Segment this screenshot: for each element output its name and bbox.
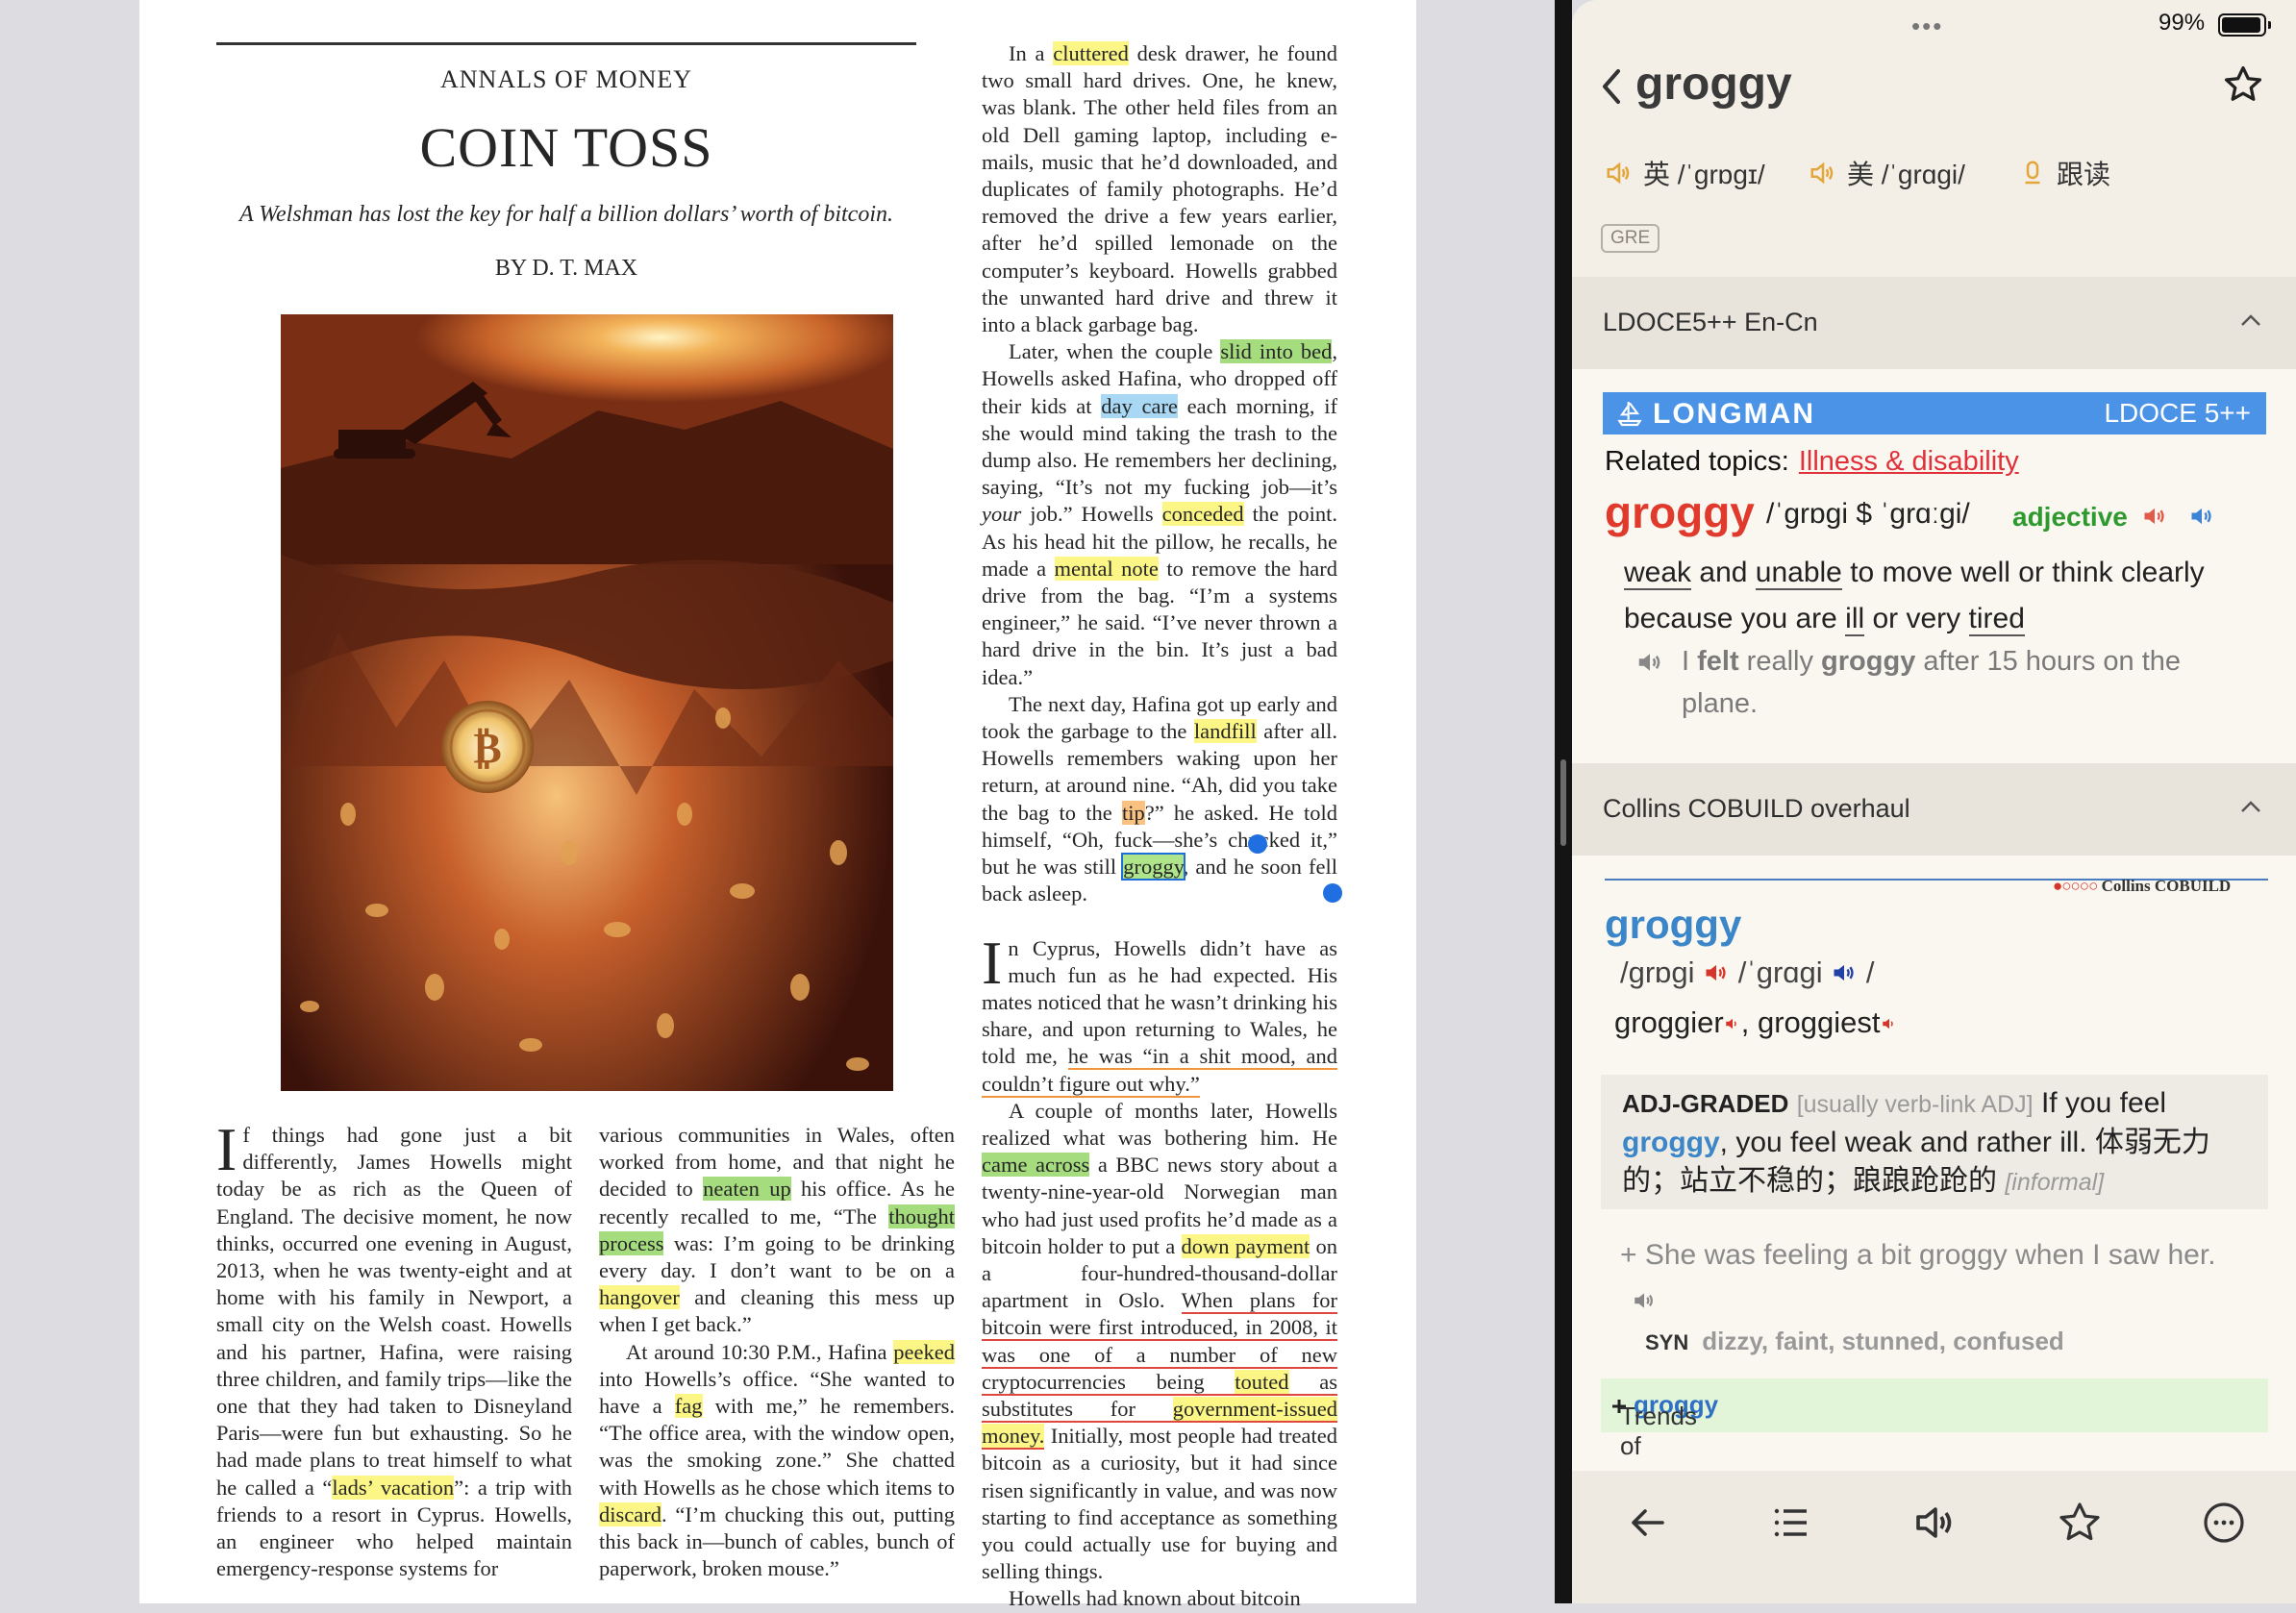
battery-percent: 99% — [2159, 10, 2206, 36]
highlight[interactable]: came across — [982, 1153, 1090, 1178]
highlight[interactable]: down payment — [1181, 1233, 1310, 1258]
collins-section-header[interactable]: Collins COBUILD overhaul — [1572, 763, 2296, 856]
uk-speaker-icon[interactable] — [1703, 959, 1730, 986]
selected-word[interactable]: groggy — [1121, 853, 1185, 881]
us-speaker-icon[interactable] — [2188, 503, 2215, 530]
top-rule — [216, 42, 916, 45]
ldoce-pronunciation: /ˈɡrɒɡi $ ˈɡrɑːɡi/ — [1766, 498, 1970, 530]
example-speaker-icon[interactable] — [1635, 648, 1664, 682]
ldoce-example: I felt really groggy after 15 hours on t… — [1682, 646, 2182, 719]
article-byline: BY D. T. MAX — [494, 256, 638, 281]
frequency-dots-icon: ●○○○○ — [2053, 877, 2098, 895]
dictionary-pane: ••• 99% groggy 英 /ˈɡrɒɡɪ/ 美 /ˈɡrɑɡi/ 跟读 … — [1572, 0, 2296, 1603]
collins-definition-box: ADJ-GRADED [usually verb-link ADJ] If yo… — [1601, 1075, 2268, 1209]
part-of-speech: adjective — [2012, 502, 2215, 533]
longman-banner: LONGMAN LDOCE 5++ — [1603, 392, 2266, 434]
reader-pane: ANNALS OF MONEY COIN TOSS A Welshman has… — [0, 0, 1555, 1610]
trends-row[interactable]: Trends of groggy — [1601, 1378, 2268, 1460]
collins-pronunciation: /ɡrɒɡi /ˈɡrɑɡi / — [1620, 955, 1875, 989]
article-column-3: In a cluttered desk drawer, he found two… — [982, 41, 1338, 1611]
collins-definition: ADJ-GRADED [usually verb-link ADJ] If yo… — [1622, 1087, 2210, 1197]
follow-read-button[interactable]: 跟读 — [2018, 154, 2110, 192]
microphone-icon — [2025, 161, 2040, 185]
uk-speaker-icon[interactable] — [2141, 503, 2168, 530]
article-headline: COIN TOSS — [419, 116, 713, 179]
list-icon[interactable] — [1768, 1500, 1814, 1551]
selection-start-handle[interactable] — [1248, 834, 1267, 854]
highlight[interactable]: lads’ vacation — [332, 1475, 455, 1500]
highlight[interactable]: touted — [1235, 1369, 1289, 1396]
dropcap: I — [216, 1115, 237, 1183]
highlight[interactable]: slid into bed — [1220, 339, 1333, 364]
ldoce-entry: LONGMAN LDOCE 5++ Related topics: Illness… — [1572, 369, 2296, 763]
collins-example: + She was feeling a bit groggy when I sa… — [1620, 1232, 2235, 1323]
more-icon[interactable] — [2201, 1500, 2247, 1551]
highlight[interactable]: mental note — [1054, 556, 1159, 581]
highlight[interactable]: day care — [1101, 393, 1178, 418]
collins-logo: ●○○○○ Collins COBUILD — [2053, 877, 2232, 895]
star-icon[interactable] — [2057, 1500, 2103, 1551]
related-topics: Related topics: Illness & disability — [1605, 446, 2019, 477]
collins-headword: groggy — [1605, 902, 1742, 947]
chevron-up-icon — [2241, 314, 2260, 326]
dropcap: I — [982, 928, 1003, 997]
highlight[interactable]: landfill — [1193, 719, 1257, 744]
svg-text:₿: ₿ — [473, 724, 501, 773]
uk-pronunciation[interactable]: 英 /ˈɡrɒɡɪ/ — [1605, 154, 1765, 192]
speaker-icon[interactable] — [1912, 1500, 1959, 1551]
synonyms: SYN dizzy, faint, stunned, confused — [1645, 1327, 2064, 1355]
battery-icon — [2218, 13, 2271, 37]
ldoce-headword: groggy — [1605, 487, 1755, 537]
highlight[interactable]: neaten up — [703, 1177, 791, 1202]
back-chevron-icon[interactable] — [1599, 67, 1622, 111]
bitcoin-landfill-photo: ₿ — [281, 314, 893, 1091]
selection-end-handle[interactable] — [1323, 883, 1342, 903]
chevron-up-icon — [2241, 801, 2260, 812]
split-view-handle[interactable] — [1560, 759, 1566, 846]
highlight[interactable]: tip — [1121, 800, 1145, 825]
speaker-icon[interactable] — [1881, 1015, 1898, 1032]
article-dek: A Welshman has lost the key for half a b… — [238, 202, 893, 227]
us-speaker-icon[interactable] — [1831, 959, 1858, 986]
us-pronunciation[interactable]: 美 /ˈɡrɑɡi/ — [1809, 154, 1965, 192]
related-topic-link[interactable]: Illness & disability — [1799, 446, 2019, 477]
speaker-icon — [1810, 161, 1834, 185]
favorite-star-icon[interactable] — [2222, 63, 2264, 111]
word-title: groggy — [1635, 59, 1792, 110]
collins-entry: ●○○○○ Collins COBUILD groggy /ɡrɒɡi /ˈɡr… — [1572, 856, 2296, 1471]
ldoce-section-header[interactable]: LDOCE5++ En-Cn — [1572, 277, 2296, 369]
article-kicker: ANNALS OF MONEY — [439, 65, 692, 93]
highlight[interactable]: cluttered — [1053, 41, 1129, 65]
article-column-2: various communities in Wales, often work… — [599, 1123, 956, 1581]
highlight[interactable]: hangover — [599, 1285, 680, 1310]
ship-logo-icon — [1617, 402, 1642, 427]
magazine-page: ANNALS OF MONEY COIN TOSS A Welshman has… — [139, 0, 1416, 1610]
highlight[interactable]: fag — [674, 1394, 703, 1419]
back-arrow-icon[interactable] — [1624, 1500, 1670, 1551]
bottom-toolbar — [1572, 1471, 2296, 1603]
inflected-forms: groggier, groggiest — [1614, 1005, 1898, 1040]
ldoce-definition: weak and unable to move well or think cl… — [1624, 557, 2205, 636]
highlight[interactable]: conceded — [1161, 502, 1244, 527]
highlight[interactable]: discard — [599, 1501, 661, 1526]
highlight[interactable]: peeked — [893, 1339, 955, 1364]
example-speaker-icon[interactable] — [1632, 1288, 1657, 1313]
speaker-icon — [1607, 161, 1630, 185]
article-column-1: If things had gone just a bit differentl… — [216, 1115, 572, 1581]
speaker-icon[interactable] — [1724, 1015, 1741, 1032]
exam-tag: GRE — [1601, 224, 1660, 253]
multitasking-dots[interactable]: ••• — [1911, 12, 1943, 41]
